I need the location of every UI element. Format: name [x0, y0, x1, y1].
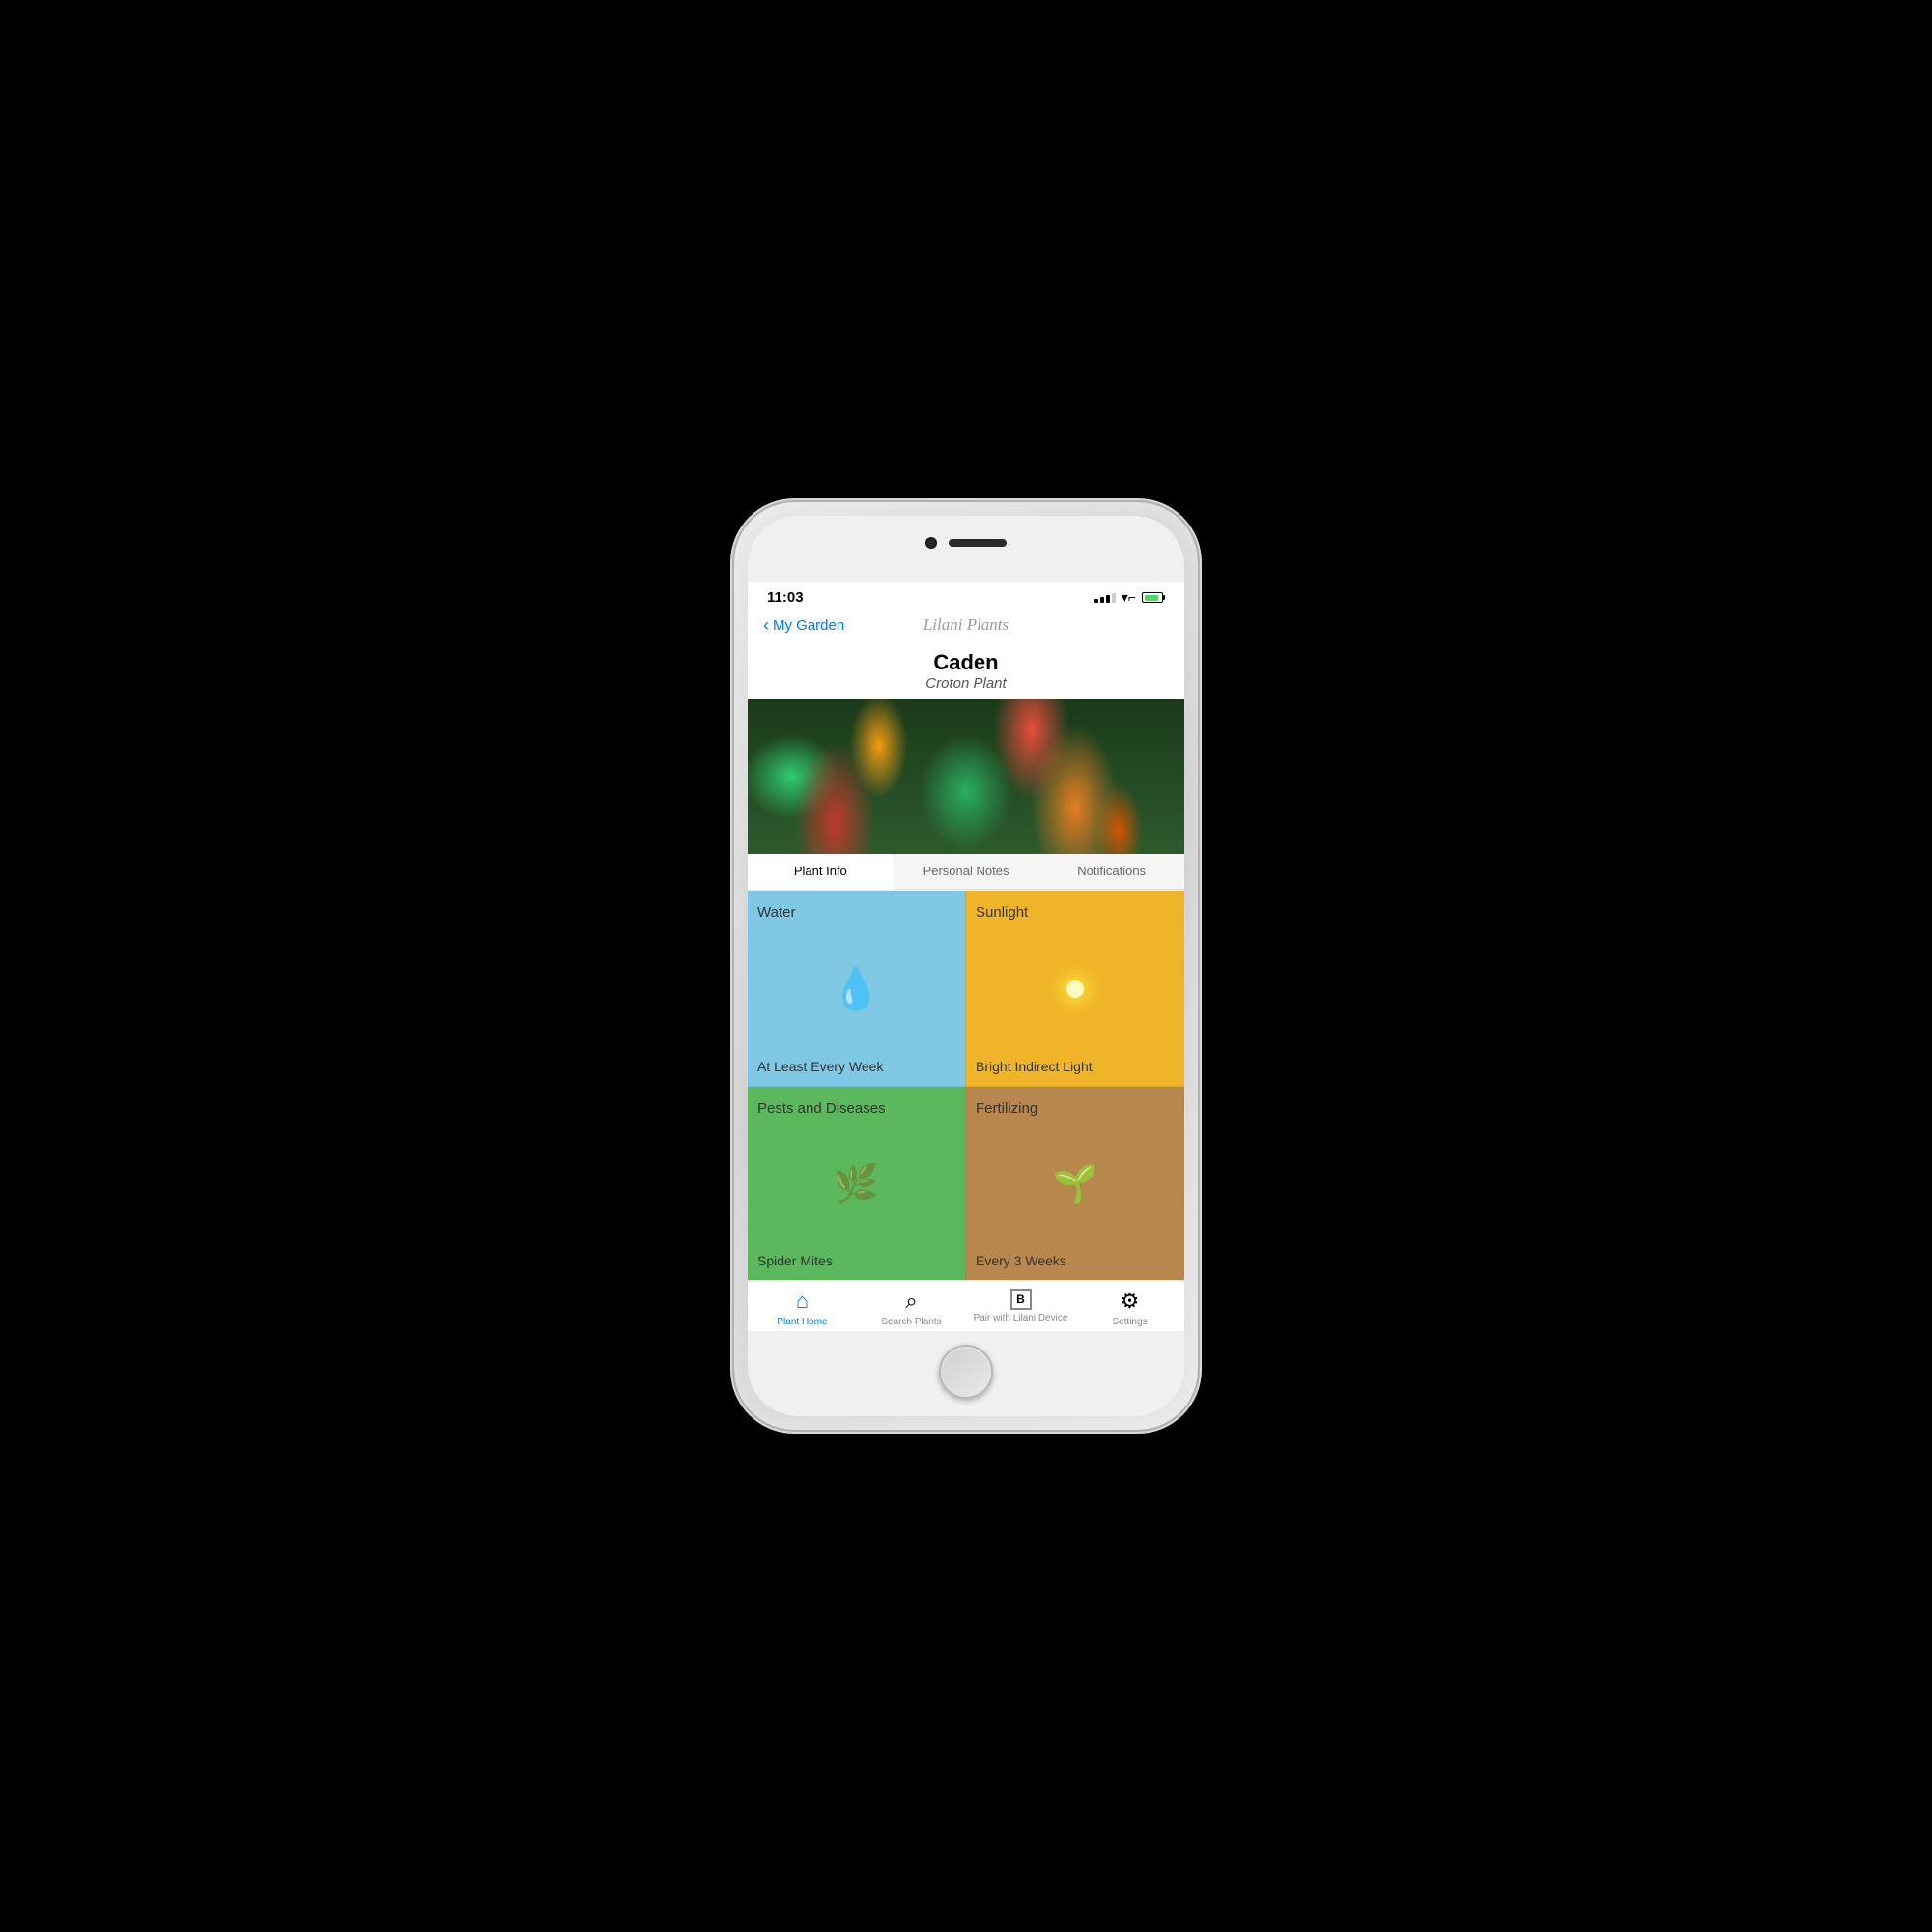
signal-icon — [1094, 593, 1116, 603]
pests-cell[interactable]: Pests and Diseases 🌿 Spider Mites — [748, 1087, 966, 1281]
tab-notifications[interactable]: Notifications — [1038, 854, 1184, 889]
pair-device-icon: B — [1010, 1289, 1032, 1310]
front-camera — [925, 537, 937, 549]
water-value: At Least Every Week — [757, 1059, 883, 1074]
plant-title-section: Caden Croton Plant — [748, 640, 1184, 699]
plant-name: Caden — [763, 650, 1169, 675]
settings-icon: ⚙ — [1121, 1289, 1140, 1314]
settings-label: Settings — [1112, 1317, 1147, 1327]
nav-header: ‹ My Garden Lilani Plants — [748, 610, 1184, 640]
bottom-tab-bar: ⌂ Plant Home ⌕ Search Plants B Pair with… — [748, 1280, 1184, 1331]
signal-bar-4 — [1112, 593, 1116, 603]
pest-bug-icon: 🌿 — [834, 1163, 879, 1206]
search-icon: ⌕ — [905, 1289, 917, 1314]
sunlight-label: Sunlight — [976, 904, 1028, 921]
fertilizing-label: Fertilizing — [976, 1100, 1037, 1117]
bottom-tab-settings[interactable]: ⚙ Settings — [1075, 1289, 1184, 1327]
battery-body — [1142, 592, 1163, 603]
home-button[interactable] — [939, 1345, 993, 1399]
plant-species: Croton Plant — [763, 675, 1169, 692]
sunlight-cell[interactable]: Sunlight Bright Indirect Light — [966, 891, 1184, 1087]
speaker-grille — [949, 539, 1007, 547]
screen: 11:03 ▾⌐ — [748, 582, 1184, 1331]
water-label: Water — [757, 904, 795, 921]
signal-bar-1 — [1094, 599, 1098, 603]
water-drop-icon: 💧 — [831, 966, 881, 1013]
status-bar: 11:03 ▾⌐ — [748, 582, 1184, 610]
phone-body: 11:03 ▾⌐ — [748, 516, 1184, 1416]
back-label: My Garden — [773, 617, 844, 634]
tabs-section: Plant Info Personal Notes Notifications — [748, 854, 1184, 890]
battery-fill — [1145, 595, 1158, 601]
sun-icon — [1056, 970, 1094, 1009]
back-chevron-icon: ‹ — [763, 615, 769, 636]
fertilizing-cell[interactable]: Fertilizing 🌱 Every 3 Weeks — [966, 1087, 1184, 1281]
pair-device-label: Pair with Lilani Device — [974, 1313, 1068, 1323]
status-icons: ▾⌐ — [1094, 589, 1165, 606]
plant-image — [748, 699, 1184, 854]
status-time: 11:03 — [767, 589, 804, 606]
plant-photo-decoration — [748, 699, 1184, 854]
seedling-icon: 🌱 — [1052, 1163, 1097, 1206]
speaker-area — [925, 537, 1007, 549]
signal-bar-3 — [1106, 595, 1110, 603]
wifi-icon: ▾⌐ — [1122, 589, 1136, 606]
app-title: Lilani Plants — [923, 615, 1009, 635]
pests-value: Spider Mites — [757, 1253, 833, 1268]
signal-bar-2 — [1100, 597, 1104, 603]
battery-tip — [1163, 595, 1165, 600]
info-grid: Water 💧 At Least Every Week Sunlight Bri… — [748, 890, 1184, 1280]
back-button[interactable]: ‹ My Garden — [763, 615, 844, 636]
water-cell[interactable]: Water 💧 At Least Every Week — [748, 891, 966, 1087]
tab-plant-info[interactable]: Plant Info — [748, 854, 894, 890]
battery-icon — [1142, 592, 1165, 603]
tab-personal-notes[interactable]: Personal Notes — [894, 854, 1039, 889]
bottom-tab-plant-home[interactable]: ⌂ Plant Home — [748, 1289, 857, 1327]
pests-label: Pests and Diseases — [757, 1100, 886, 1117]
plant-home-icon: ⌂ — [796, 1289, 809, 1314]
sun-circle — [1066, 980, 1084, 998]
bottom-tab-pair-device[interactable]: B Pair with Lilani Device — [966, 1289, 1075, 1327]
phone-frame: 11:03 ▾⌐ — [734, 502, 1198, 1430]
bottom-tab-search[interactable]: ⌕ Search Plants — [857, 1289, 966, 1327]
sunlight-value: Bright Indirect Light — [976, 1059, 1093, 1074]
fertilizing-value: Every 3 Weeks — [976, 1253, 1066, 1268]
search-label: Search Plants — [881, 1317, 941, 1327]
plant-home-label: Plant Home — [777, 1317, 827, 1327]
